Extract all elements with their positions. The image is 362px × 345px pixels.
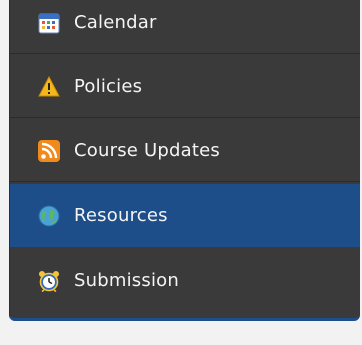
nav-item-label: Calendar <box>74 12 157 33</box>
nav-item-course-updates[interactable]: Course Updates <box>10 119 360 182</box>
nav-item-label: Policies <box>74 76 143 97</box>
calendar-icon <box>38 12 60 34</box>
sidebar-nav: Calendar Policies Course Updates Resourc… <box>9 0 360 321</box>
rss-icon <box>38 139 60 162</box>
nav-item-policies[interactable]: Policies <box>10 55 360 118</box>
alarm-clock-icon <box>38 270 60 292</box>
warning-icon <box>38 75 60 98</box>
nav-item-label: Course Updates <box>74 140 220 161</box>
nav-item-label: Resources <box>74 205 168 226</box>
globe-icon <box>38 205 60 227</box>
nav-item-resources[interactable]: Resources <box>10 184 360 247</box>
page: Calendar Policies Course Updates Resourc… <box>0 0 362 345</box>
nav-item-calendar[interactable]: Calendar <box>10 0 360 54</box>
nav-item-label: Submission <box>74 270 179 291</box>
nav-item-submission[interactable]: Submission <box>10 249 360 312</box>
